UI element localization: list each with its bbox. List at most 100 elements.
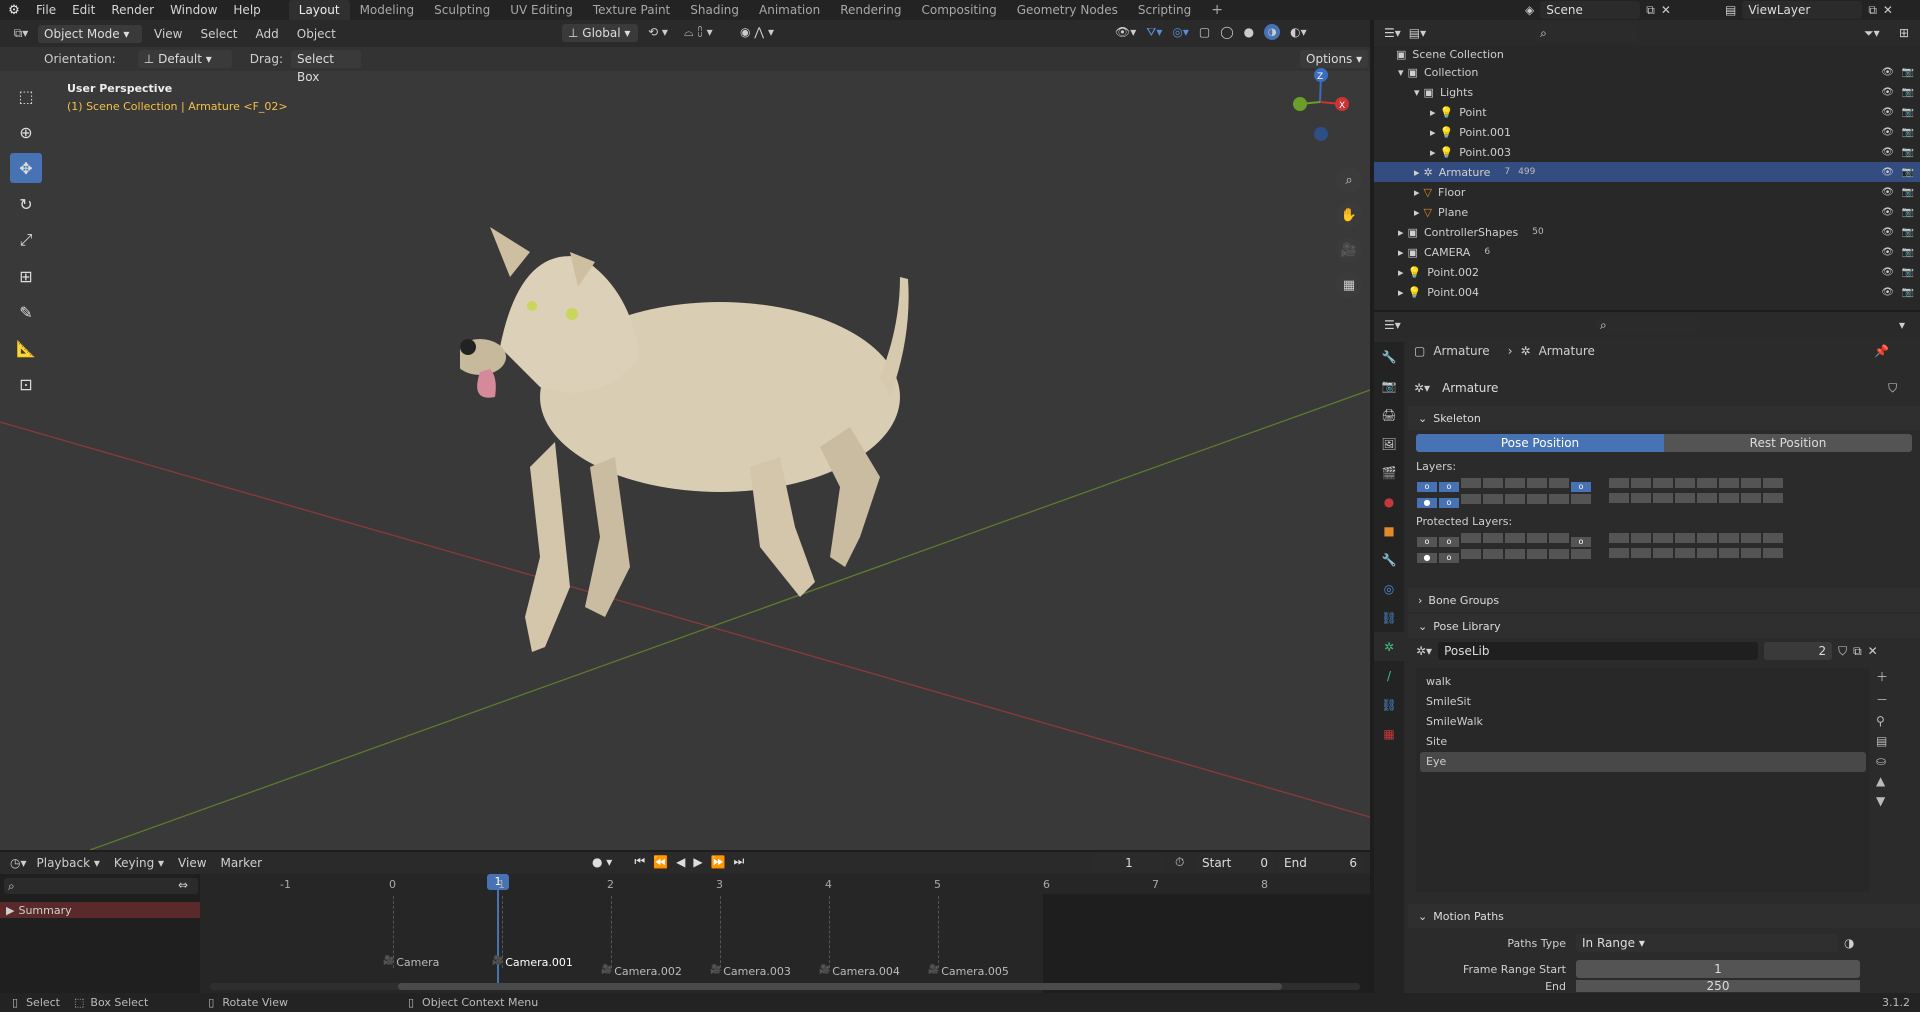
3d-viewport[interactable]: Orientation: ⊥ Default ▾ Drag: Select Bo… <box>0 47 1370 850</box>
layers-grid[interactable]: ooo ● o <box>1408 477 1920 509</box>
display-mode-icon[interactable]: ▤▾ <box>1409 26 1426 40</box>
skeleton-panel-header[interactable]: ⌄ Skeleton <box>1408 406 1920 430</box>
timeline-marker[interactable]: 🎥 Camera.005 <box>928 965 1009 978</box>
pose-library-header[interactable]: ⌄ Pose Library <box>1408 614 1920 638</box>
sanitize-pose-icon[interactable]: ▤ <box>1876 734 1888 748</box>
outliner-row[interactable]: ▸ ▽ Plane 👁 📷 <box>1374 202 1920 222</box>
camera-view-icon[interactable]: 🎥 <box>1336 237 1362 263</box>
transform-tool[interactable]: ⊞ <box>10 261 42 291</box>
proportional-edit-icon[interactable]: ◉ ⋀ ▾ <box>740 25 774 39</box>
move-tool[interactable]: ✥ <box>10 153 42 183</box>
layer-cell[interactable] <box>1504 493 1526 505</box>
layer-cell[interactable]: o <box>1416 481 1438 493</box>
menu-render[interactable]: Render <box>103 3 162 17</box>
layer-cell[interactable] <box>1548 493 1570 505</box>
pose-list-item[interactable]: Eye <box>1420 752 1866 772</box>
add-cube-tool[interactable]: ⊡ <box>10 369 42 399</box>
tab-sculpting[interactable]: Sculpting <box>424 0 500 20</box>
outliner-row[interactable]: ▸ 💡 Point.003 👁 📷 <box>1374 142 1920 162</box>
outliner-row[interactable]: ▸ ✲ Armature 7 499 👁 📷 <box>1374 162 1920 182</box>
overlay-toggle-icon[interactable]: ◎▾ <box>1172 25 1189 39</box>
layer-cell[interactable]: o <box>1570 481 1592 493</box>
pivot-icon[interactable]: ⟲ ▾ <box>648 25 668 39</box>
swap-icon[interactable]: ⇔ <box>178 878 188 892</box>
scene-icon[interactable]: ◈ <box>1525 3 1534 17</box>
poselib-type-icon[interactable]: ✲▾ <box>1416 644 1432 658</box>
ortho-grid-icon[interactable]: ▦ <box>1336 272 1362 298</box>
layer-cell[interactable] <box>1548 477 1570 489</box>
navigation-gizmo[interactable]: Z X <box>1285 67 1355 157</box>
poselib-users-count[interactable]: 2 <box>1764 642 1833 660</box>
timeline-marker[interactable]: 🎥 Camera.001 <box>492 956 573 969</box>
visibility-toggle-icon[interactable]: 👁 <box>1881 127 1894 138</box>
measure-tool[interactable]: 📐 <box>10 333 42 363</box>
expand-icon[interactable]: ▸ <box>1414 206 1420 219</box>
physics-tab-icon[interactable]: ◎ <box>1374 574 1404 603</box>
view-layer-field[interactable]: ViewLayer <box>1742 1 1863 19</box>
menu-file[interactable]: File <box>28 3 64 17</box>
bone-constraints-tab-icon[interactable]: ⛓ <box>1374 690 1404 719</box>
expand-icon[interactable]: ▸ <box>1414 166 1420 179</box>
menu-help[interactable]: Help <box>225 3 268 17</box>
world-tab-icon[interactable]: ● <box>1374 487 1404 516</box>
visibility-icon[interactable]: 👁▾ <box>1115 25 1136 39</box>
apply-pose-icon[interactable]: ⚲ <box>1876 714 1888 728</box>
visibility-toggle-icon[interactable]: 👁 <box>1881 247 1894 258</box>
scene-tab-icon[interactable]: 🎬 <box>1374 458 1404 487</box>
frame-range-end-field[interactable]: 250 <box>1576 980 1860 992</box>
poselib-fake-user-icon[interactable]: ⛉ <box>1838 644 1847 659</box>
dog-model[interactable] <box>460 227 940 727</box>
outliner-row[interactable]: ▸ ▣ ControllerShapes 50 👁 📷 <box>1374 222 1920 242</box>
play-icon[interactable]: ▶ <box>693 855 702 869</box>
poselib-copy-icon[interactable]: ⧉ <box>1853 644 1862 659</box>
scene-name-field[interactable]: Scene <box>1540 1 1641 19</box>
end-frame-field[interactable]: End 6 <box>1278 854 1363 872</box>
pose-position-button[interactable]: Pose Position <box>1416 434 1664 452</box>
vp-menu-select[interactable]: Select <box>194 27 243 41</box>
texture-tab-icon[interactable]: ▦ <box>1374 719 1404 748</box>
layer-cell[interactable]: o <box>1438 481 1460 493</box>
render-toggle-icon[interactable]: 📷 <box>1902 247 1914 258</box>
datablock-type-icon[interactable]: ✲▾ <box>1414 381 1430 395</box>
pose-list-item[interactable]: SmileWalk <box>1420 712 1866 732</box>
delete-scene-icon[interactable]: ✕ <box>1661 3 1671 17</box>
outliner-row[interactable]: ▸ 💡 Point 👁 📷 <box>1374 102 1920 122</box>
render-toggle-icon[interactable]: 📷 <box>1902 207 1914 218</box>
snap-icon[interactable]: ⌓ ⩇ ▾ <box>684 25 713 40</box>
tab-compositing[interactable]: Compositing <box>911 0 1006 20</box>
visibility-toggle-icon[interactable]: 👁 <box>1881 67 1894 78</box>
timer-icon[interactable]: ⏱ <box>1175 855 1184 870</box>
render-toggle-icon[interactable]: 📷 <box>1902 67 1914 78</box>
jump-end-icon[interactable]: ⏭ <box>734 854 745 869</box>
visibility-toggle-icon[interactable]: 👁 <box>1881 107 1894 118</box>
scale-tool[interactable]: ⤢ <box>10 225 42 255</box>
constraints-tab-icon[interactable]: ⛓ <box>1374 603 1404 632</box>
tab-modeling[interactable]: Modeling <box>350 0 425 20</box>
expand-icon[interactable]: ▸ <box>1430 106 1436 119</box>
wireframe-shading-icon[interactable]: ◯ <box>1220 25 1233 39</box>
outliner-row[interactable]: ▸ ▽ Floor 👁 📷 <box>1374 182 1920 202</box>
remove-pose-icon[interactable]: － <box>1876 691 1888 708</box>
cursor-tool[interactable]: ⊕ <box>10 117 42 147</box>
material-shading-icon[interactable]: ◑ <box>1264 24 1281 40</box>
zoom-icon[interactable]: ⌕ <box>1336 167 1362 193</box>
vp-menu-add[interactable]: Add <box>250 27 285 41</box>
delete-view-layer-icon[interactable]: ✕ <box>1883 3 1893 17</box>
frame-ruler[interactable] <box>200 874 1370 894</box>
tab-layout[interactable]: Layout <box>288 0 350 20</box>
outliner-row[interactable]: ▸ ▣ CAMERA 6 👁 📷 <box>1374 242 1920 262</box>
render-toggle-icon[interactable]: 📷 <box>1902 87 1914 98</box>
timeline-marker[interactable]: 🎥 Camera <box>383 956 439 969</box>
expand-icon[interactable]: ▸ <box>1430 146 1436 159</box>
render-tab-icon[interactable]: 📷 <box>1374 371 1404 400</box>
visibility-toggle-icon[interactable]: 👁 <box>1881 187 1894 198</box>
fake-user-icon[interactable]: ⛉ <box>1888 381 1897 396</box>
view-layer-icon[interactable]: ▤ <box>1725 3 1736 17</box>
render-toggle-icon[interactable]: 📷 <box>1902 107 1914 118</box>
render-toggle-icon[interactable]: 📷 <box>1902 167 1914 178</box>
bone-tab-icon[interactable]: / <box>1374 661 1404 690</box>
modifiers-tab-icon[interactable]: 🔧 <box>1374 545 1404 574</box>
select-box-tool[interactable]: ⬚ <box>10 81 42 111</box>
rendered-shading-icon[interactable]: ◐▾ <box>1290 25 1307 39</box>
expand-icon[interactable]: ▸ <box>1398 226 1404 239</box>
